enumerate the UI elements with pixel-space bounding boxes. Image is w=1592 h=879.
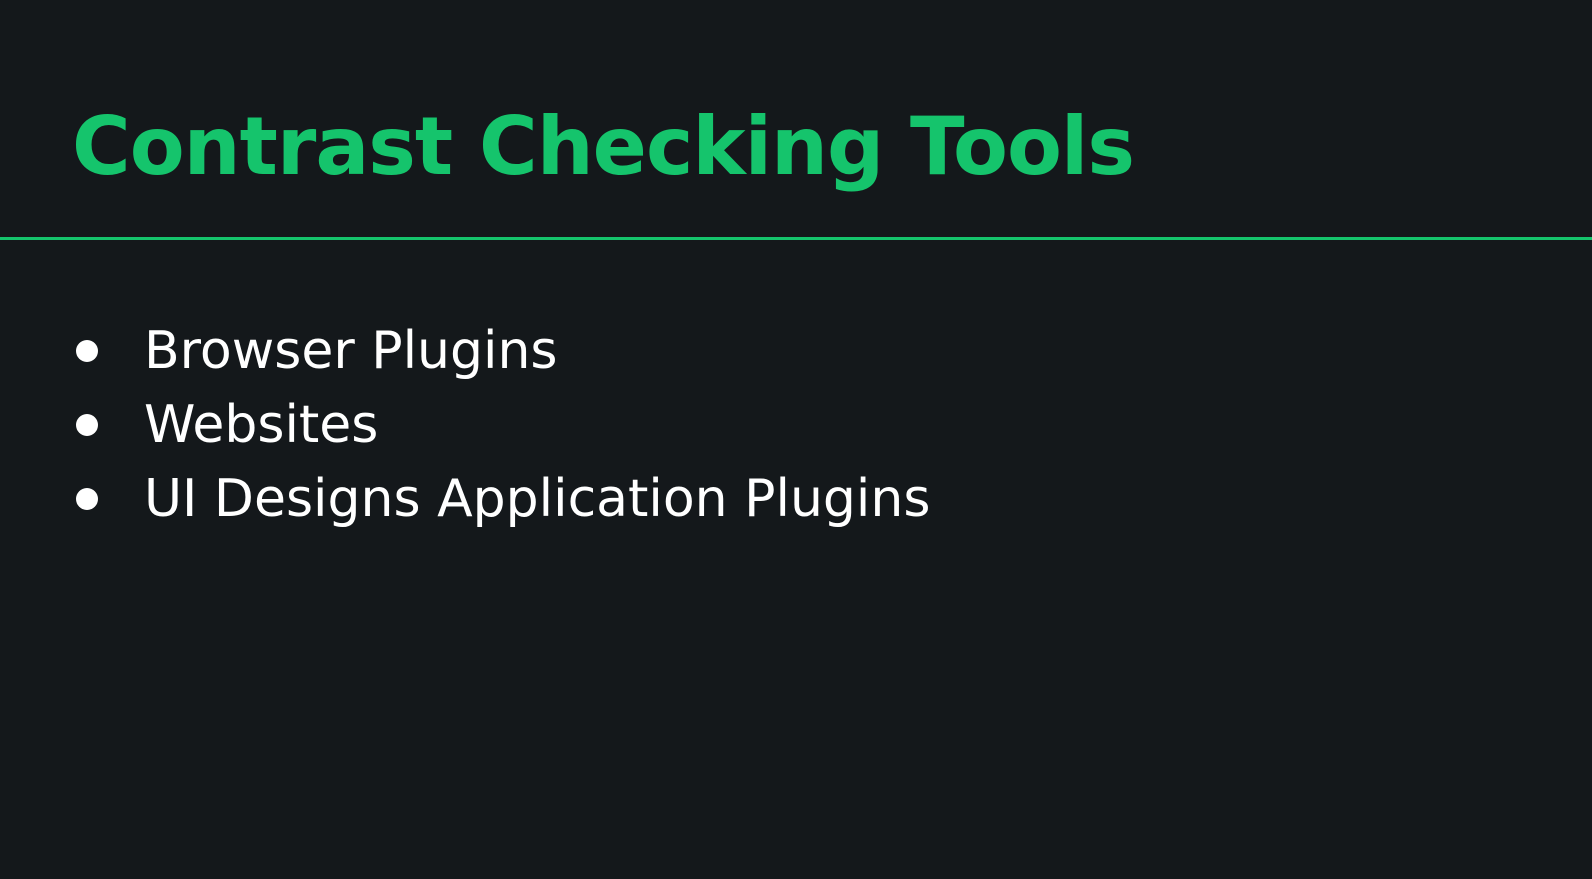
bullet-text: UI Designs Application Plugins	[144, 469, 931, 529]
bullet-text: Websites	[144, 395, 379, 455]
bullet-text: Browser Plugins	[144, 321, 558, 381]
bullet-dot-icon	[76, 340, 98, 362]
bullet-dot-icon	[76, 414, 98, 436]
slide-title: Contrast Checking Tools	[72, 100, 1135, 193]
title-divider	[0, 237, 1592, 240]
bullet-dot-icon	[76, 488, 98, 510]
slide: Contrast Checking Tools Browser Plugins …	[0, 0, 1592, 879]
